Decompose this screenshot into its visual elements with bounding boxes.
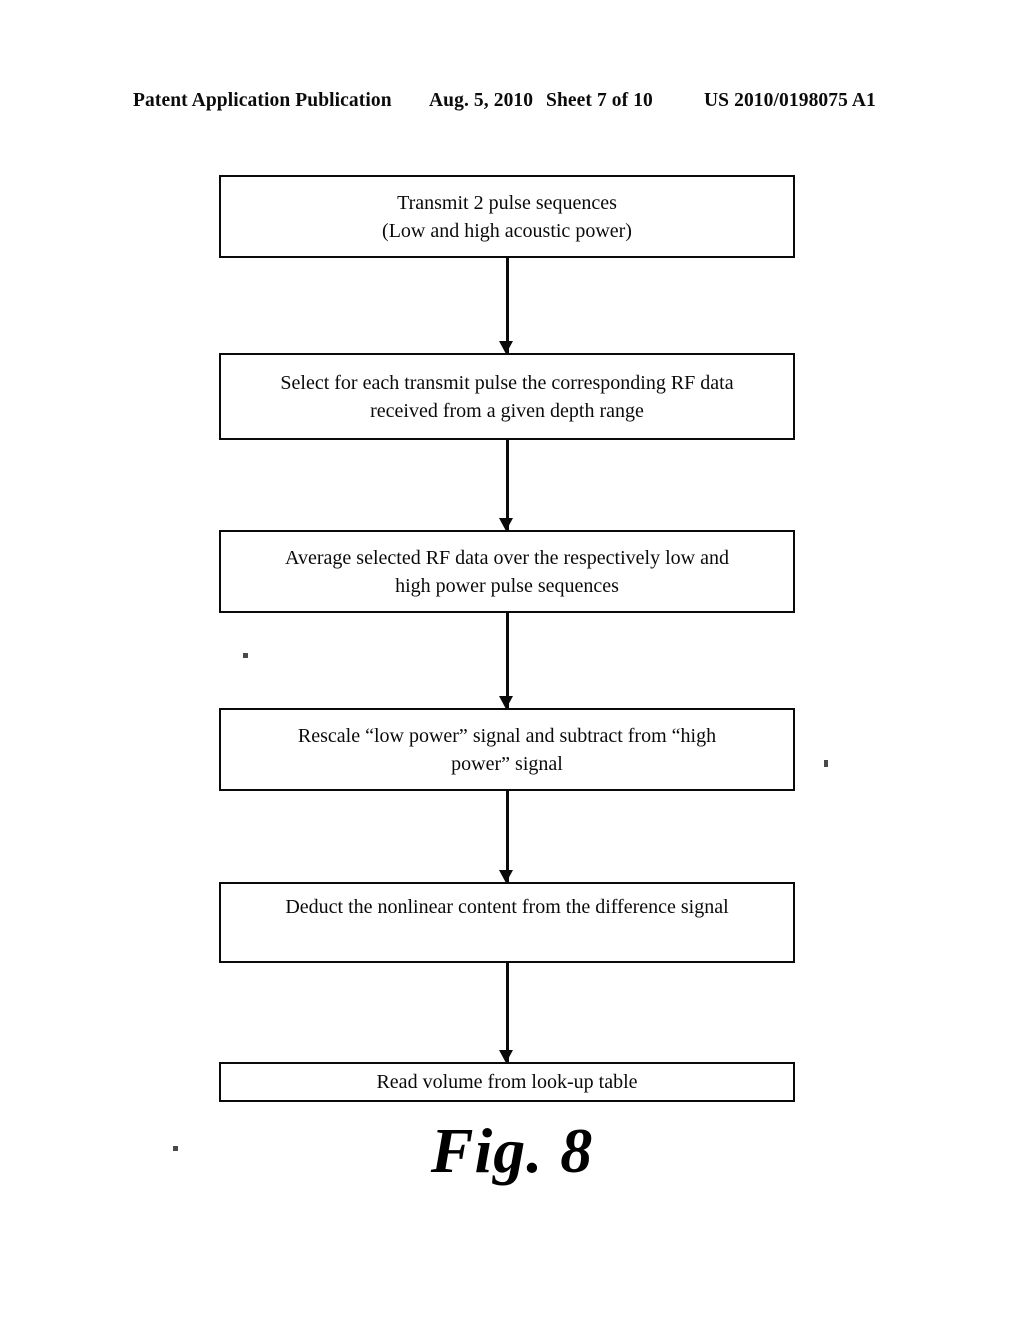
- flow-node-label: Transmit 2 pulse sequences (Low and high…: [382, 191, 632, 242]
- flow-connector-arrow-4: [498, 791, 513, 883]
- flow-node-rescale-and-subtract: Rescale “low power” signal and subtract …: [219, 708, 795, 791]
- flow-node-label: Average selected RF data over the respec…: [285, 546, 729, 597]
- flow-connector-arrow-2: [498, 440, 513, 531]
- arrow-stem: [506, 963, 509, 1062]
- arrow-stem: [506, 440, 509, 530]
- flow-node-read-volume-lookup-table: Read volume from look-up table: [219, 1062, 795, 1102]
- scan-artifact-speckle: [824, 760, 828, 767]
- flow-node-label: Select for each transmit pulse the corre…: [280, 371, 734, 422]
- flow-node-deduct-nonlinear-content: Deduct the nonlinear content from the di…: [219, 882, 795, 963]
- flow-connector-arrow-3: [498, 613, 513, 709]
- flow-node-average-rf-data: Average selected RF data over the respec…: [219, 530, 795, 613]
- figure-caption: Fig. 8: [0, 1112, 1024, 1190]
- flow-node-label: Rescale “low power” signal and subtract …: [297, 724, 717, 775]
- scan-artifact-speckle: [173, 1146, 178, 1151]
- patent-figure-page: Patent Application Publication Aug. 5, 2…: [0, 0, 1024, 1320]
- flow-node-label: Read volume from look-up table: [376, 1071, 638, 1093]
- arrow-stem: [506, 791, 509, 882]
- flow-node-select-rf-data: Select for each transmit pulse the corre…: [219, 353, 795, 440]
- flow-node-label: Deduct the nonlinear content from the di…: [285, 896, 729, 918]
- scan-artifact-speckle: [243, 653, 248, 658]
- arrow-stem: [506, 613, 509, 708]
- flow-connector-arrow-1: [498, 258, 513, 354]
- flow-connector-arrow-5: [498, 963, 513, 1063]
- flow-node-transmit-pulse-sequences: Transmit 2 pulse sequences (Low and high…: [219, 175, 795, 258]
- figure-caption-label: Fig. 8: [430, 1115, 594, 1186]
- arrow-stem: [506, 258, 509, 353]
